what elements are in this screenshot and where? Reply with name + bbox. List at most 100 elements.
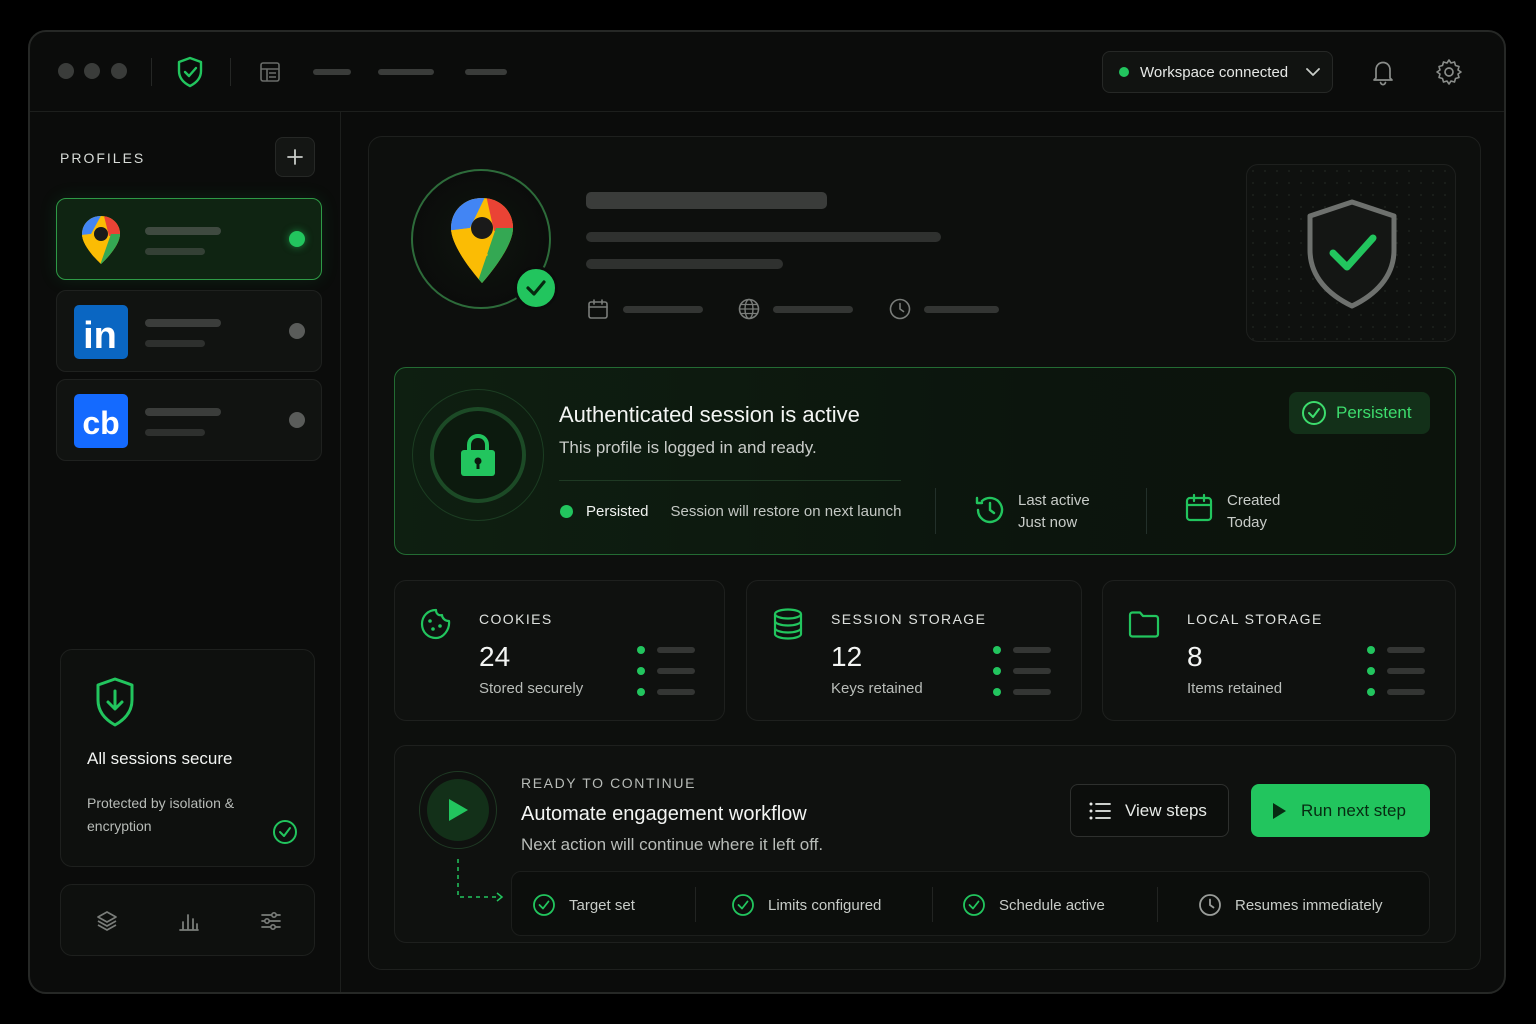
divider bbox=[932, 887, 933, 922]
app-window: Workspace connected PROFILES in cb All s… bbox=[28, 30, 1506, 994]
workflow-card: READY TO CONTINUE Automate engagement wo… bbox=[394, 745, 1456, 943]
google-maps-pin-icon bbox=[82, 216, 120, 264]
session-storage-card: SESSION STORAGE 12 Keys retained bbox=[746, 580, 1082, 721]
profile-detail-placeholder bbox=[145, 429, 205, 436]
run-next-step-button[interactable]: Run next step bbox=[1251, 784, 1430, 837]
window-minimize-button[interactable] bbox=[84, 63, 100, 79]
check-circle-icon bbox=[963, 894, 985, 916]
session-storage-label: SESSION STORAGE bbox=[831, 611, 987, 627]
check-circle-icon bbox=[533, 894, 555, 916]
lock-icon bbox=[461, 433, 495, 476]
calendar-icon bbox=[588, 299, 608, 319]
workspace-status-dropdown[interactable]: Workspace connected bbox=[1102, 51, 1333, 93]
workflow-subtitle: Next action will continue where it left … bbox=[521, 835, 824, 854]
shield-check-icon bbox=[1307, 199, 1397, 309]
calendar-icon bbox=[1185, 493, 1213, 522]
chevron-down-icon bbox=[1306, 67, 1321, 76]
last-active-value: Just now bbox=[1018, 514, 1078, 531]
folder-icon bbox=[1128, 611, 1160, 638]
cookies-count: 24 bbox=[479, 641, 511, 672]
sidebar-title: PROFILES bbox=[60, 150, 146, 166]
shield-check-icon[interactable] bbox=[176, 56, 204, 88]
profile-item-crunchbase[interactable]: cb bbox=[56, 379, 322, 461]
lock-badge bbox=[430, 407, 526, 503]
profile-detail-placeholder bbox=[145, 248, 205, 255]
check-icon bbox=[526, 280, 546, 296]
crunchbase-icon: cb bbox=[74, 394, 128, 448]
linkedin-icon: in bbox=[74, 305, 128, 359]
persistent-badge-label: Persistent bbox=[1336, 403, 1412, 422]
security-summary-subtitle: Protected by isolation & encryption bbox=[87, 795, 235, 834]
status-dot-online bbox=[289, 231, 305, 247]
profile-detail-panel: Authenticated session is active This pro… bbox=[368, 136, 1481, 970]
shield-download-icon bbox=[96, 677, 134, 727]
check-item-resumes: Resumes immediately bbox=[1198, 893, 1383, 917]
cookie-icon bbox=[420, 608, 451, 640]
svg-text:in: in bbox=[83, 315, 117, 357]
local-storage-card: LOCAL STORAGE 8 Items retained bbox=[1102, 580, 1456, 721]
nav-item-placeholder[interactable] bbox=[465, 69, 507, 75]
check-item-target: Target set bbox=[532, 893, 635, 917]
profile-line-placeholder bbox=[586, 232, 941, 242]
divider bbox=[230, 58, 231, 86]
session-storage-sub: Keys retained bbox=[831, 680, 923, 697]
add-profile-button[interactable] bbox=[275, 137, 315, 177]
cookies-list-preview bbox=[637, 643, 697, 706]
local-storage-label: LOCAL STORAGE bbox=[1187, 611, 1323, 627]
profile-item-google-maps[interactable] bbox=[56, 198, 322, 280]
nav-item-placeholder[interactable] bbox=[313, 69, 351, 75]
profile-avatar bbox=[411, 169, 558, 310]
status-dot-offline bbox=[289, 412, 305, 428]
cookies-card: COOKIES 24 Stored securely bbox=[394, 580, 725, 721]
session-storage-count: 12 bbox=[831, 641, 863, 672]
session-title: Authenticated session is active bbox=[559, 402, 860, 427]
profile-line-placeholder bbox=[586, 259, 783, 269]
run-next-step-label: Run next step bbox=[1301, 800, 1406, 820]
created-metric: Created Today bbox=[1227, 490, 1280, 534]
verified-badge bbox=[514, 266, 558, 310]
check-item-schedule: Schedule active bbox=[962, 893, 1105, 917]
cookies-sub: Stored securely bbox=[479, 680, 584, 697]
divider bbox=[935, 488, 936, 534]
play-icon bbox=[449, 799, 468, 821]
security-status-card bbox=[1246, 164, 1456, 342]
meta-placeholder bbox=[623, 306, 703, 313]
persistent-badge: Persistent bbox=[1289, 392, 1430, 434]
workflow-checklist: Target set Limits configured Schedule ac… bbox=[511, 871, 1430, 936]
top-bar: Workspace connected bbox=[30, 32, 1504, 112]
layers-icon[interactable] bbox=[95, 909, 119, 933]
check-circle-icon bbox=[1302, 401, 1326, 425]
history-clock-icon bbox=[975, 496, 1004, 524]
play-button[interactable] bbox=[419, 771, 497, 849]
check-circle-icon bbox=[732, 894, 754, 916]
gear-icon[interactable] bbox=[1433, 56, 1465, 88]
globe-icon bbox=[738, 298, 760, 320]
window-maximize-button[interactable] bbox=[111, 63, 127, 79]
meta-placeholder bbox=[773, 306, 853, 313]
sidebar-toolbar bbox=[60, 884, 315, 956]
profile-item-linkedin[interactable]: in bbox=[56, 290, 322, 372]
sliders-icon[interactable] bbox=[259, 909, 283, 933]
local-storage-count: 8 bbox=[1187, 641, 1203, 672]
session-subtitle: This profile is logged in and ready. bbox=[559, 438, 817, 457]
workflow-title: Automate engagement workflow bbox=[521, 803, 807, 825]
profile-name-placeholder bbox=[145, 227, 221, 235]
nav-item-placeholder[interactable] bbox=[378, 69, 434, 75]
layout-icon[interactable] bbox=[259, 61, 281, 83]
divider bbox=[1146, 488, 1147, 534]
local-storage-list-preview bbox=[1367, 643, 1427, 706]
status-dot bbox=[1119, 67, 1129, 77]
bar-chart-icon[interactable] bbox=[177, 909, 201, 933]
security-summary-title: All sessions secure bbox=[87, 749, 233, 768]
bell-icon[interactable] bbox=[1367, 56, 1399, 88]
local-storage-sub: Items retained bbox=[1187, 680, 1283, 697]
window-close-button[interactable] bbox=[58, 63, 74, 79]
clock-icon bbox=[889, 298, 911, 320]
flow-connector bbox=[457, 859, 504, 902]
profile-title-placeholder bbox=[586, 192, 827, 209]
cookies-label: COOKIES bbox=[479, 611, 553, 627]
view-steps-button[interactable]: View steps bbox=[1070, 784, 1229, 837]
security-summary-card: All sessions secure Protected by isolati… bbox=[60, 649, 315, 867]
database-icon bbox=[773, 608, 803, 640]
created-label: Created bbox=[1227, 492, 1281, 509]
